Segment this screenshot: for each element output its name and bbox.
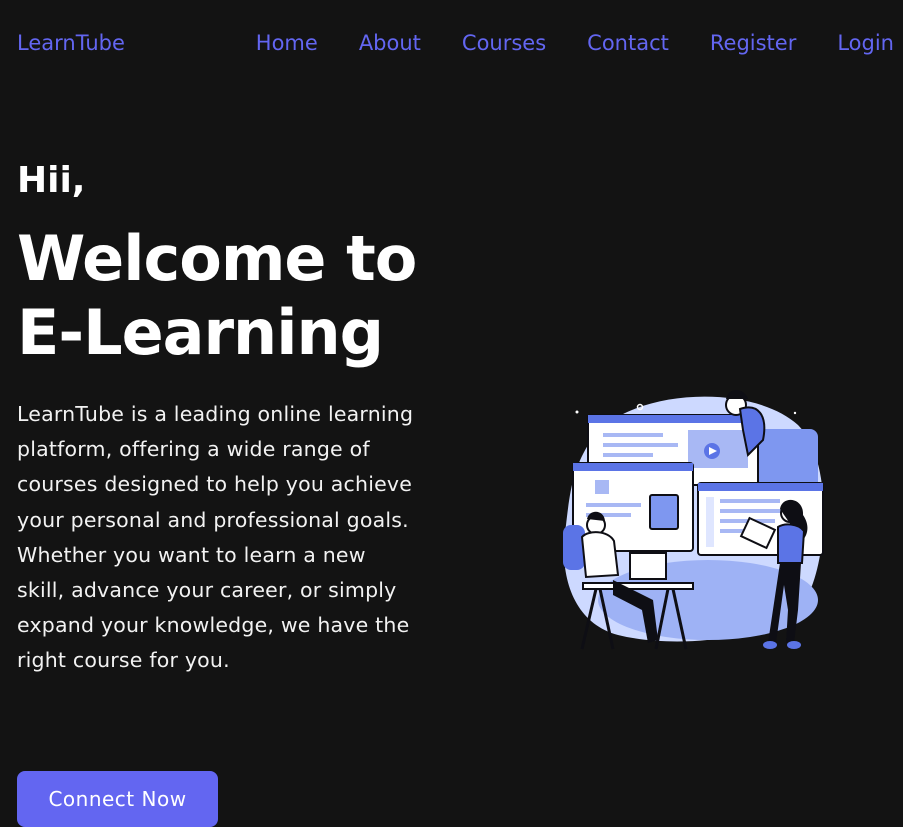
nav-home[interactable]: Home	[256, 31, 318, 55]
e-learning-illustration-icon	[563, 390, 824, 650]
connect-now-button[interactable]: Connect Now	[17, 771, 218, 827]
headline-line-2: E-Learning	[17, 296, 384, 369]
nav-courses[interactable]: Courses	[462, 31, 546, 55]
hero-description: LearnTube is a leading online learning p…	[17, 402, 414, 673]
nav-about[interactable]: About	[359, 31, 421, 55]
brand-logo[interactable]: LearnTube	[17, 31, 125, 55]
nav-login[interactable]: Login	[837, 31, 894, 55]
hero-headline: Welcome to E-Learning	[17, 222, 457, 370]
headline-line-1: Welcome to	[17, 222, 417, 295]
nav-contact[interactable]: Contact	[587, 31, 669, 55]
hero-greeting: Hii,	[17, 160, 86, 201]
nav-register[interactable]: Register	[710, 31, 796, 55]
main-nav: Home About Courses Contact Register Logi…	[256, 31, 894, 55]
